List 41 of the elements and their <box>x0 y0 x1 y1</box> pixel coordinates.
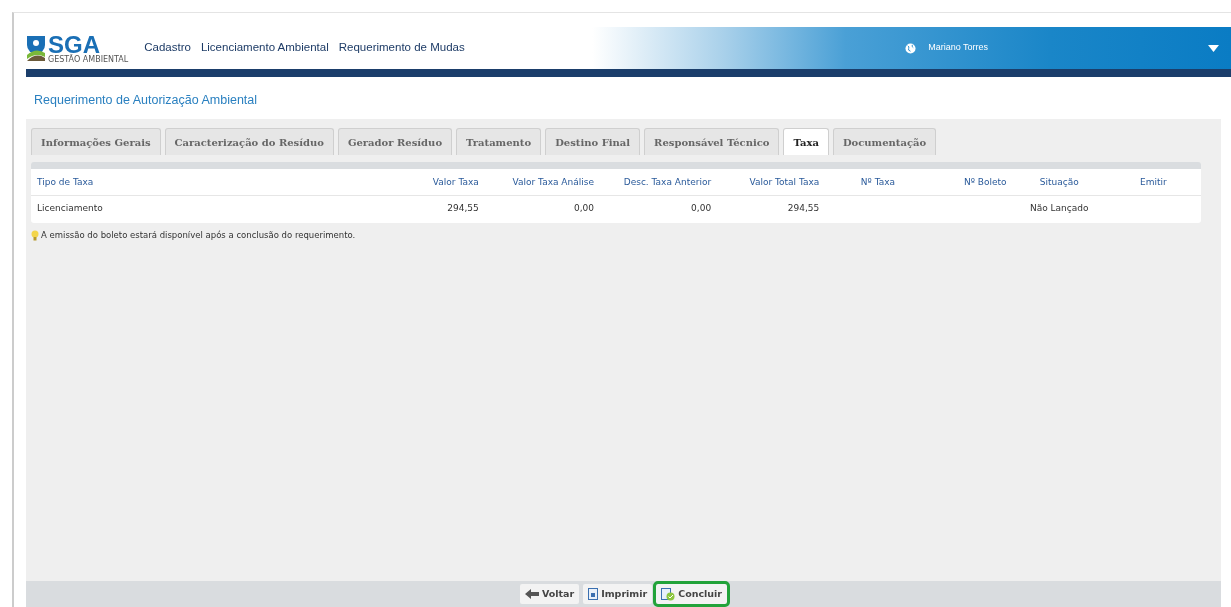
info-note: A emissão do boleto estará disponível após a conclusão do requerimento. <box>41 228 356 242</box>
lightbulb-icon <box>31 229 39 241</box>
tab[interactable]: Documentação <box>832 127 937 155</box>
logo-title: SGA <box>48 33 100 56</box>
tab[interactable]: Informações Gerais <box>31 127 161 155</box>
column-header[interactable]: Valor Taxa <box>371 168 485 196</box>
column-header[interactable]: Desc. Taxa Anterior <box>599 168 718 196</box>
document-icon <box>588 588 599 600</box>
logo-subtitle: GESTÃO AMBIENTAL <box>48 55 129 63</box>
table-cell: Licenciamento <box>37 203 103 214</box>
column-header[interactable]: Nº Taxa <box>825 168 931 196</box>
action-button[interactable]: Voltar <box>519 583 580 605</box>
table-cell: 294,55 <box>787 203 820 214</box>
tab[interactable]: Responsável Técnico <box>644 127 780 155</box>
left-arrow-icon <box>524 589 539 599</box>
nav-link[interactable]: Requerimento de Mudas <box>338 39 465 57</box>
column-header[interactable]: Valor Taxa Análise <box>484 168 600 196</box>
column-header[interactable]: Emitir <box>1105 168 1201 196</box>
table-cell: 294,55 <box>447 203 479 214</box>
tab[interactable]: Taxa <box>783 127 829 155</box>
dropdown-icon[interactable] <box>1208 44 1219 52</box>
user-name: Mariano Torres <box>928 41 988 55</box>
column-header[interactable]: Valor Total Taxa <box>717 168 826 196</box>
nav-link[interactable]: Licenciamento Ambiental <box>200 39 329 57</box>
table-cell: 0,00 <box>573 203 594 214</box>
action-button[interactable]: Imprimir <box>583 583 653 605</box>
nav-link[interactable]: Cadastro <box>144 39 191 57</box>
tab[interactable]: Destino Final <box>545 127 641 155</box>
tab[interactable]: Tratamento <box>456 127 542 155</box>
action-button[interactable]: Concluir <box>656 583 728 605</box>
page-title: Requerimento de Autorização Ambiental <box>34 92 259 109</box>
document-check-icon <box>661 587 676 601</box>
column-header[interactable]: Nº Boleto <box>930 168 1013 196</box>
logo-icon <box>26 35 46 61</box>
column-header[interactable]: Situação <box>1012 168 1106 196</box>
table-cell: 0,00 <box>691 203 712 214</box>
tab[interactable]: Caracterização do Resíduo <box>164 127 334 155</box>
table-cell: Não Lançado <box>1029 203 1089 214</box>
tab[interactable]: Gerador Resíduo <box>337 127 453 155</box>
globe-icon <box>905 42 917 54</box>
column-header[interactable]: Tipo de Taxa <box>31 168 372 196</box>
